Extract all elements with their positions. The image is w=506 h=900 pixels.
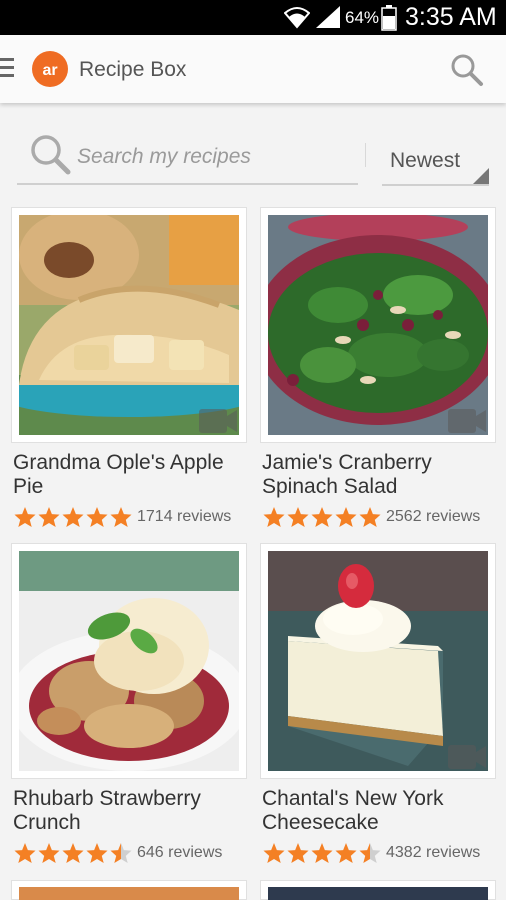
star-full-icon	[311, 842, 333, 864]
recipe-photo-rhubarb-crunch	[19, 551, 239, 771]
recipe-card[interactable]: Rhubarb Strawberry Crunch 646 reviews	[11, 543, 247, 873]
star-full-icon	[335, 506, 357, 528]
star-rating	[262, 506, 382, 528]
star-full-icon	[263, 506, 285, 528]
star-full-icon	[38, 506, 60, 528]
star-full-icon	[335, 842, 357, 864]
star-full-icon	[86, 842, 108, 864]
recipe-photo-frame[interactable]	[260, 207, 496, 443]
recipe-rating: 646 reviews	[13, 842, 222, 864]
recipe-name[interactable]: Jamie's Cranberry Spinach Salad	[262, 451, 502, 499]
recipe-card-partial[interactable]	[260, 880, 496, 900]
star-full-icon	[14, 842, 36, 864]
app-bar: ar Recipe Box	[0, 35, 506, 103]
recipe-rating: 1714 reviews	[13, 506, 231, 528]
recipe-rating: 2562 reviews	[262, 506, 480, 528]
recipe-photo-spinach-salad	[268, 215, 488, 435]
app-logo: ar	[32, 51, 68, 87]
video-icon	[199, 409, 237, 433]
clock: 3:35 AM	[405, 3, 497, 31]
recipe-card[interactable]: Chantal's New York Cheesecake 4382 revie…	[260, 543, 496, 873]
battery-icon	[381, 5, 397, 31]
recipe-name[interactable]: Chantal's New York Cheesecake	[262, 787, 502, 835]
sort-selected-value: Newest	[390, 149, 461, 172]
recipe-photo-frame[interactable]	[11, 543, 247, 779]
video-icon	[448, 745, 486, 769]
signal-icon	[316, 6, 340, 28]
star-full-icon	[110, 506, 132, 528]
review-count: 4382 reviews	[386, 844, 481, 861]
search-row: Newest	[0, 103, 506, 198]
review-count: 646 reviews	[137, 844, 223, 861]
recipe-name[interactable]: Rhubarb Strawberry Crunch	[13, 787, 253, 835]
divider	[365, 143, 366, 167]
recipe-rating: 4382 reviews	[262, 842, 480, 864]
star-half-icon	[359, 842, 381, 864]
recipe-card[interactable]: Grandma Ople's Apple Pie 1714 reviews	[11, 207, 247, 537]
search-icon	[31, 135, 71, 175]
wifi-icon	[284, 7, 310, 29]
status-bar: 64% 3:35 AM	[0, 0, 506, 35]
star-full-icon	[287, 842, 309, 864]
battery-percent: 64%	[345, 8, 380, 27]
recipe-photo-frame[interactable]	[260, 543, 496, 779]
page-title: Recipe Box	[79, 58, 187, 81]
star-half-icon	[110, 842, 132, 864]
star-full-icon	[86, 506, 108, 528]
star-full-icon	[14, 506, 36, 528]
search-icon[interactable]	[450, 53, 484, 87]
recipe-card-partial[interactable]	[11, 880, 247, 900]
review-count: 2562 reviews	[386, 508, 481, 525]
recipe-photo-cheesecake	[268, 551, 488, 771]
star-full-icon	[263, 842, 285, 864]
star-full-icon	[359, 506, 381, 528]
star-rating	[262, 842, 382, 864]
search-field[interactable]	[17, 133, 358, 185]
star-full-icon	[62, 842, 84, 864]
star-rating	[13, 506, 133, 528]
recipe-photo-apple-pie	[19, 215, 239, 435]
menu-icon[interactable]	[0, 58, 14, 80]
recipe-photo-frame[interactable]	[11, 207, 247, 443]
review-count: 1714 reviews	[137, 508, 232, 525]
star-rating	[13, 842, 133, 864]
svg-text:ar: ar	[42, 62, 57, 79]
star-full-icon	[38, 842, 60, 864]
dropdown-caret-icon	[473, 168, 489, 184]
search-input[interactable]	[77, 141, 347, 173]
recipe-name[interactable]: Grandma Ople's Apple Pie	[13, 451, 253, 499]
star-full-icon	[287, 506, 309, 528]
sort-dropdown[interactable]: Newest	[365, 143, 489, 186]
video-icon	[448, 409, 486, 433]
recipe-card[interactable]: Jamie's Cranberry Spinach Salad 2562 rev…	[260, 207, 496, 537]
star-full-icon	[62, 506, 84, 528]
star-full-icon	[311, 506, 333, 528]
